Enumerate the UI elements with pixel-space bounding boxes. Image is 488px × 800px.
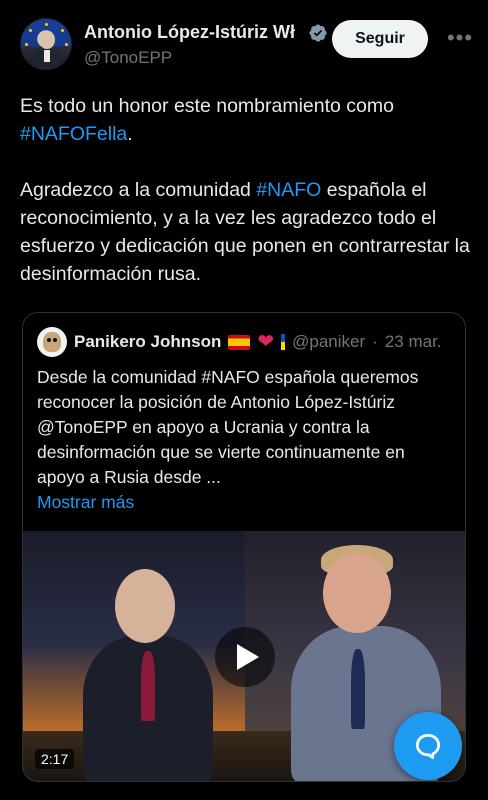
tweet-text-segment: Es todo un honor este nombramiento como	[20, 95, 394, 117]
tweet-header: Antonio López-Istúriz Wł @TonoEPP Seguir…	[20, 18, 474, 74]
spain-flag-icon	[228, 334, 251, 350]
quote-author-handle[interactable]: @paniker	[292, 332, 365, 352]
verified-badge-icon	[309, 23, 327, 42]
show-more-link[interactable]: Mostrar más	[37, 490, 457, 515]
person-left-tie	[141, 651, 155, 721]
more-options-icon[interactable]: •••	[446, 25, 474, 50]
quote-author-name[interactable]: Panikero Johnson	[74, 332, 221, 352]
quoted-tweet[interactable]: Panikero Johnson ❤ @paniker · 23 mar. De…	[22, 312, 466, 782]
person-right-head	[323, 553, 391, 633]
author-name-line[interactable]: Antonio López-Istúriz Wł	[84, 22, 328, 43]
author-display-name[interactable]: Antonio López-Istúriz Wł	[84, 22, 302, 43]
author-handle[interactable]: @TonoEPP	[84, 48, 172, 68]
hashtag-link[interactable]: #NAFOFella	[20, 123, 127, 145]
play-button[interactable]	[215, 627, 275, 687]
quote-body: Desde la comunidad #NAFO española querem…	[37, 367, 419, 487]
play-icon	[237, 644, 259, 670]
author-avatar[interactable]	[20, 18, 72, 70]
video-duration: 2:17	[35, 749, 75, 769]
tweet-paragraph-2: Agradezco a la comunidad #NAFO española …	[20, 176, 472, 288]
quote-author-avatar[interactable]	[37, 327, 67, 357]
quote-text: Desde la comunidad #NAFO española querem…	[37, 365, 457, 515]
heart-icon: ❤	[257, 331, 275, 353]
tweet-text: Es todo un honor este nombramiento como …	[20, 92, 472, 316]
tweet-text-segment: .	[127, 123, 133, 145]
quote-date[interactable]: 23 mar.	[385, 332, 442, 352]
quote-header: Panikero Johnson ❤ @paniker · 23 mar.	[37, 327, 442, 357]
reply-compose-button[interactable]	[394, 712, 462, 780]
quote-separator: ·	[372, 332, 378, 351]
hashtag-link[interactable]: #NAFO	[256, 179, 321, 201]
ukraine-flag-icon	[281, 334, 286, 350]
person-left-head	[115, 569, 175, 643]
follow-button[interactable]: Seguir	[332, 20, 428, 58]
tweet-text-segment: Agradezco a la comunidad	[20, 179, 257, 201]
person-right-tie	[351, 649, 365, 729]
tweet-paragraph-1: Es todo un honor este nombramiento como …	[20, 92, 472, 148]
chat-bubble-icon	[416, 734, 440, 759]
